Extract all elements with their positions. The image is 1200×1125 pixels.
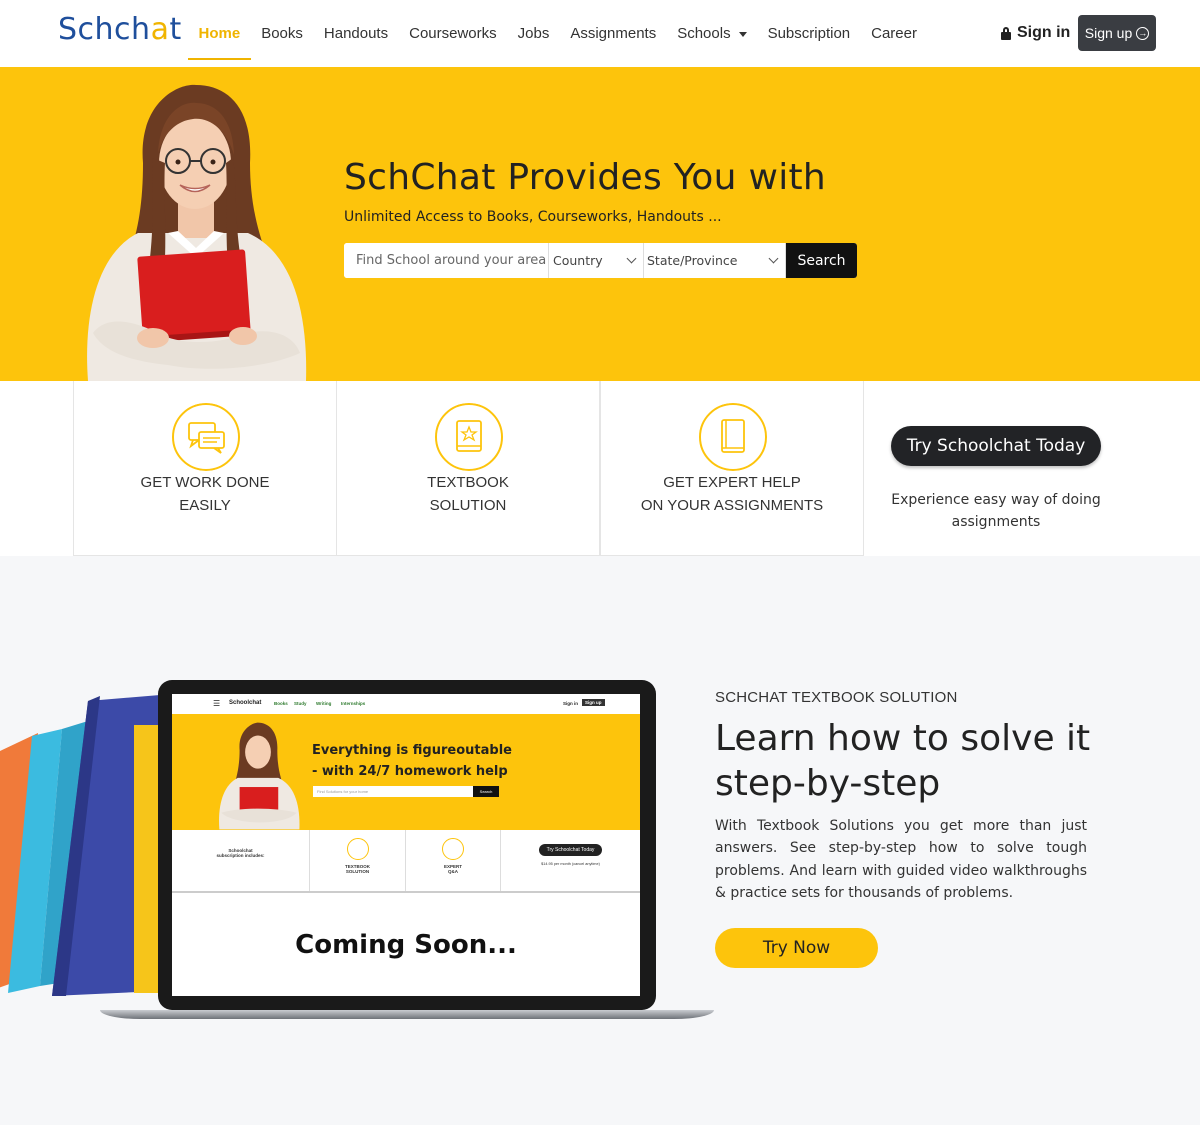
- mockup-feature: Schoolchat subscription includes:: [172, 830, 310, 891]
- lock-icon: [1001, 26, 1011, 40]
- section-heading: Learn how to solve it step-by-step: [715, 718, 1091, 804]
- promo-box: Try Schoolchat Today Experience easy way…: [863, 381, 1200, 556]
- mockup-brand: Schoolchat: [229, 700, 262, 706]
- school-search-input[interactable]: [344, 243, 549, 278]
- state-province-select[interactable]: State/Province: [644, 243, 786, 278]
- try-now-button[interactable]: Try Now: [715, 928, 878, 968]
- textbook-star-icon: [435, 403, 503, 471]
- chat-bubbles-icon: [172, 403, 240, 471]
- hero-title: SchChat Provides You with: [344, 157, 827, 198]
- menu-icon: ☰: [213, 699, 221, 708]
- laptop-screen: ☰ Schoolchat Books Study Writing Interns…: [172, 694, 640, 996]
- mockup-hero: Everything is figureoutable - with 24/7 h…: [172, 714, 640, 830]
- top-navbar: Schchat Home Books Handouts Courseworks …: [0, 0, 1200, 67]
- nav-schools-dropdown[interactable]: Schools: [667, 0, 757, 67]
- mockup-signin: Sign in: [563, 701, 578, 706]
- mockup-student-image: [219, 722, 300, 830]
- nav-home[interactable]: Home: [188, 0, 251, 67]
- signup-label: Sign up: [1084, 25, 1133, 41]
- chevron-down-icon: [626, 253, 637, 264]
- coming-soon-text: Coming Soon...: [172, 891, 640, 996]
- feature-label: GET WORK DONE EASILY: [140, 474, 270, 514]
- mockup-feature: EXPERT Q&A: [406, 830, 501, 891]
- signin-link[interactable]: Sign in: [1001, 24, 1070, 42]
- promo-description: Experience easy way of doing assignments: [891, 492, 1101, 530]
- search-button[interactable]: Search: [786, 243, 857, 278]
- nav-books[interactable]: Books: [251, 0, 314, 67]
- signup-button[interactable]: Sign up →: [1078, 15, 1156, 51]
- chevron-down-icon: [768, 253, 779, 264]
- nav-assignments[interactable]: Assignments: [560, 0, 667, 67]
- mockup-promo: Try Schoolchat Today $14.95 per month (c…: [501, 830, 640, 891]
- nav-links: Home Books Handouts Courseworks Jobs Ass…: [188, 0, 927, 67]
- section-body: With Textbook Solutions you get more tha…: [715, 818, 1087, 902]
- feature-label: GET EXPERT HELP ON YOUR ASSIGNMENTS: [640, 474, 824, 514]
- mockup-nav-item: Internships: [341, 701, 366, 706]
- student-holding-book-image: [87, 84, 307, 381]
- arrow-right-circle-icon: →: [1136, 26, 1150, 40]
- country-select-label: Country: [553, 253, 603, 268]
- hero-banner: SchChat Provides You with Unlimited Acce…: [0, 67, 1200, 381]
- feature-card-textbook-solution: TEXTBOOK SOLUTION: [336, 381, 600, 556]
- mockup-nav-item: Study: [294, 701, 307, 706]
- feature-label: TEXTBOOK SOLUTION: [427, 474, 509, 514]
- feature-card-expert-help: GET EXPERT HELP ON YOUR ASSIGNMENTS: [600, 381, 864, 556]
- signin-label: Sign in: [1017, 24, 1071, 41]
- caret-down-icon: [738, 31, 747, 37]
- mockup-navbar: ☰ Schoolchat Books Study Writing Interns…: [172, 694, 640, 714]
- mockup-feature: TEXTBOOK SOLUTION: [310, 830, 406, 891]
- laptop-mockup: ☰ Schoolchat Books Study Writing Interns…: [100, 678, 714, 1023]
- school-search-bar: Country State/Province Search: [344, 243, 857, 278]
- book-icon: [699, 403, 767, 471]
- laptop-base: [100, 1010, 714, 1019]
- hero-subtitle: Unlimited Access to Books, Courseworks, …: [344, 209, 722, 225]
- mockup-title: Everything is figureoutable - with 24/7 h…: [312, 743, 512, 779]
- mockup-search-button: Search: [473, 786, 499, 797]
- mockup-book-icon: [442, 838, 464, 860]
- nav-courseworks[interactable]: Courseworks: [399, 0, 508, 67]
- nav-jobs[interactable]: Jobs: [507, 0, 560, 67]
- state-select-label: State/Province: [647, 253, 738, 268]
- nav-career[interactable]: Career: [861, 0, 928, 67]
- mockup-nav-item: Books: [274, 701, 288, 706]
- features-strip: GET WORK DONE EASILY TEXTBOOK SOLUTION GET…: [0, 381, 1200, 556]
- mockup-signup: Sign up: [582, 699, 605, 706]
- feature-card-work-done: GET WORK DONE EASILY: [73, 381, 337, 556]
- try-schoolchat-button[interactable]: Try Schoolchat Today: [891, 426, 1101, 466]
- textbook-solution-section: ☰ Schoolchat Books Study Writing Interns…: [0, 556, 1200, 1125]
- nav-subscription[interactable]: Subscription: [757, 0, 861, 67]
- section-eyebrow: SCHCHAT TEXTBOOK SOLUTION: [715, 689, 958, 706]
- mockup-nav-item: Writing: [316, 701, 332, 706]
- mockup-search-input: Find Solutions for your home: [313, 786, 473, 797]
- country-select[interactable]: Country: [549, 243, 644, 278]
- mockup-chat-icon: [346, 838, 369, 860]
- nav-handouts[interactable]: Handouts: [313, 0, 398, 67]
- schchat-logo[interactable]: Schchat: [58, 12, 182, 47]
